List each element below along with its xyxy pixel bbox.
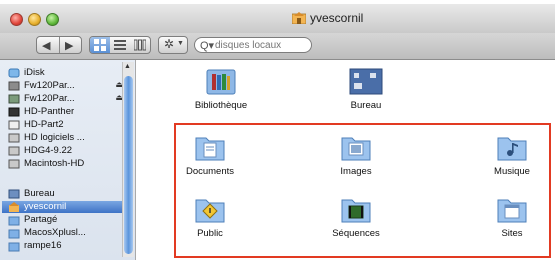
hard-disk-icon <box>8 159 20 169</box>
forward-arrow-icon[interactable]: ▶ <box>65 39 73 52</box>
sidebar-item-partage[interactable]: Partagé <box>8 214 125 226</box>
icon-view-button[interactable] <box>90 37 110 53</box>
scroll-up-icon[interactable]: ▲ <box>124 63 131 70</box>
folder-musique[interactable]: Musique <box>482 132 542 177</box>
external-disk-icon <box>8 81 20 91</box>
sidebar-scrollbar[interactable]: ▲ <box>122 62 134 257</box>
idisk-icon <box>8 68 20 78</box>
minimize-button[interactable] <box>28 13 41 26</box>
chevron-down-icon: ▼ <box>177 40 184 47</box>
documents-folder-icon <box>195 137 225 161</box>
sidebar-item-hd-logiciels[interactable]: HD logiciels ... <box>8 132 125 144</box>
close-button[interactable] <box>10 13 23 26</box>
pictures-folder-icon <box>341 137 371 161</box>
hard-disk-icon <box>8 133 20 143</box>
external-disk-icon <box>8 94 20 104</box>
gear-icon: ✲ <box>164 37 175 51</box>
folder-images[interactable]: Images <box>326 132 386 177</box>
folder-icon <box>8 229 20 239</box>
window-title: yvescornil <box>310 11 364 25</box>
public-folder-icon <box>195 199 225 223</box>
back-forward-buttons[interactable]: ◀ ▶ <box>36 36 82 54</box>
titlebar: yvescornil <box>0 4 555 34</box>
desktop-folder-icon <box>349 68 383 95</box>
zoom-button[interactable] <box>46 13 59 26</box>
sidebar-item-bureau[interactable]: Bureau <box>8 188 125 200</box>
sidebar-item-hd-panther[interactable]: HD-Panther <box>8 106 125 118</box>
library-folder-icon <box>206 69 236 95</box>
home-icon <box>9 202 19 212</box>
desktop-icon <box>8 189 20 199</box>
view-mode-buttons[interactable] <box>89 36 151 54</box>
sidebar-item-macosxplus[interactable]: MacosXplusl... <box>8 227 125 239</box>
icon-view-icon <box>94 39 106 51</box>
search-icon: Q▾ <box>200 40 215 52</box>
column-view-icon <box>134 39 146 51</box>
sites-folder-icon <box>497 199 527 223</box>
sidebar-item-idisk[interactable]: iDisk <box>8 67 125 79</box>
list-view-button[interactable] <box>110 37 130 53</box>
folder-content: Bibliothèque Bureau Documents Images Mus… <box>136 60 555 260</box>
sidebar-item-rampe16[interactable]: rampe16 <box>8 240 125 252</box>
column-view-button[interactable] <box>130 37 150 53</box>
list-view-icon <box>114 40 126 50</box>
folder-icon <box>8 242 20 252</box>
folder-icon <box>8 216 20 226</box>
home-folder-icon <box>292 12 306 24</box>
toolbar: ◀ ▶ ✲ ▼ Q▾ disques locaux <box>0 33 555 60</box>
hard-disk-icon <box>8 120 20 130</box>
sidebar-item-fw120par-2[interactable]: Fw120Par... ⏏ <box>8 93 125 105</box>
scroll-thumb[interactable] <box>124 76 133 254</box>
sidebar: iDisk Fw120Par... ⏏ Fw120Par... ⏏ HD-Pan… <box>0 60 136 260</box>
folder-public[interactable]: Public <box>180 194 240 239</box>
folder-documents[interactable]: Documents <box>180 132 240 177</box>
sidebar-item-yvescornil[interactable]: yvescornil <box>2 201 125 213</box>
folder-bureau[interactable]: Bureau <box>321 66 411 111</box>
search-field[interactable]: Q▾ <box>194 37 312 53</box>
folder-sites[interactable]: Sites <box>482 194 542 239</box>
sidebar-item-macintosh-hd[interactable]: Macintosh-HD <box>8 158 125 170</box>
action-menu-button[interactable]: ✲ ▼ <box>158 36 188 54</box>
hard-disk-icon <box>8 107 20 117</box>
hard-disk-icon <box>8 146 20 156</box>
search-input[interactable] <box>215 38 305 52</box>
back-arrow-icon[interactable]: ◀ <box>42 39 50 52</box>
folder-bibliotheque[interactable]: Bibliothèque <box>176 66 266 111</box>
sidebar-item-hd-part2[interactable]: HD-Part2 <box>8 119 125 131</box>
finder-window: yvescornil ◀ ▶ ✲ ▼ Q▾ disques locaux iDi… <box>0 0 555 260</box>
sidebar-item-fw120par-1[interactable]: Fw120Par... ⏏ <box>8 80 125 92</box>
music-folder-icon <box>497 137 527 161</box>
movies-folder-icon <box>341 199 371 223</box>
sidebar-item-hdg4[interactable]: HDG4-9.22 <box>8 145 125 157</box>
folder-sequences[interactable]: Séquences <box>326 194 386 239</box>
